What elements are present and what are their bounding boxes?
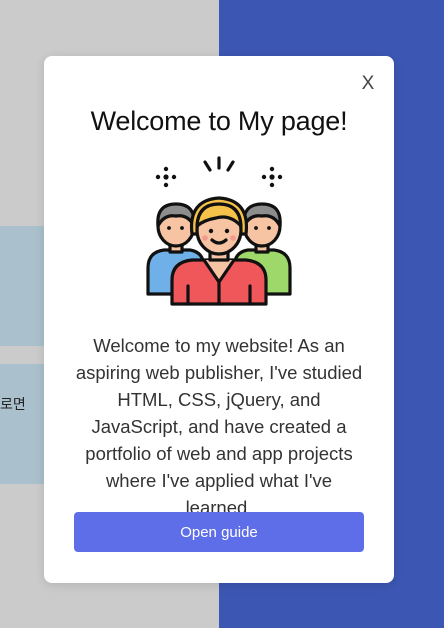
close-button[interactable]: X: [360, 74, 376, 94]
background-partial-text: 로면: [0, 397, 26, 413]
open-guide-button[interactable]: Open guide: [74, 512, 364, 552]
modal-title: Welcome to My page!: [90, 106, 348, 136]
welcome-modal: X Welcome to My page! Welcome to my webs…: [44, 56, 394, 583]
team-people-icon: [142, 156, 296, 310]
modal-description: Welcome to my website! As an aspiring we…: [75, 335, 363, 518]
background-card: [0, 226, 44, 346]
background-card: [0, 364, 44, 484]
